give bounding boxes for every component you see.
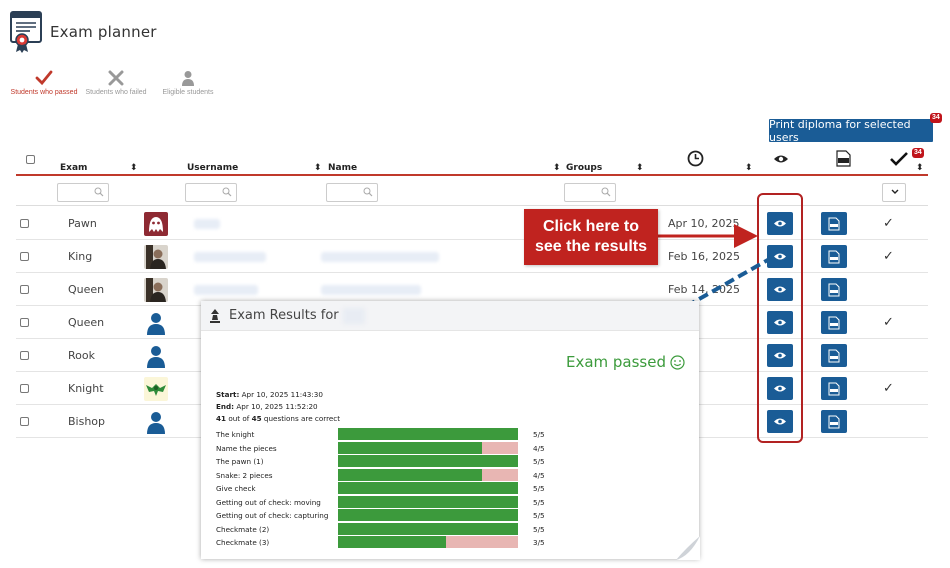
out-of-text: out of (228, 414, 250, 423)
question-label: Getting out of check: capturing (216, 511, 329, 520)
question-label: Checkmate (2) (216, 524, 270, 534)
question-label: Give check (216, 484, 256, 493)
score-value: 5/5 (533, 497, 545, 507)
start-value: Apr 10, 2025 11:43:30 (241, 390, 323, 399)
callout-line: Click here to (542, 218, 640, 235)
score-bar (338, 428, 518, 440)
total-count: 45 (251, 414, 262, 423)
score-bar (338, 468, 518, 481)
result-row: Getting out of check: capturing 5/5 (216, 509, 556, 521)
score-bar-fill (338, 522, 518, 535)
score-bar (338, 495, 518, 508)
question-label: The pawn (1) (216, 457, 264, 466)
score-value: 3/5 (533, 538, 545, 547)
score-bar-fill (338, 455, 518, 467)
chess-piece-icon (207, 308, 223, 324)
instruction-callout: Click here to see the results (524, 209, 658, 265)
score-bar (338, 522, 518, 535)
score-bar (338, 455, 518, 467)
result-row: The pawn (1) 5/5 (216, 455, 556, 467)
page-curl-icon (676, 536, 700, 560)
result-row: Snake: 2 pieces 4/5 (216, 468, 556, 481)
question-label: The knight (216, 430, 255, 439)
score-bar-fill (338, 509, 518, 521)
question-label: Name the pieces (216, 443, 277, 453)
result-row: Getting out of check: moving 5/5 (216, 495, 556, 508)
score-bar-fill (338, 495, 518, 508)
score-bar-fill (338, 468, 482, 481)
result-row: Name the pieces 4/5 (216, 441, 556, 454)
end-label: End: (216, 402, 235, 411)
score-value: 5/5 (533, 430, 545, 439)
result-row: The knight 5/5 (216, 428, 556, 440)
smiley-icon (670, 354, 685, 370)
score-value: 5/5 (533, 457, 545, 466)
correct-count: 41 (216, 414, 227, 423)
result-row: Checkmate (2) 5/5 (216, 522, 556, 535)
exam-results-popup: Exam Results for Exam passed Start: Apr … (201, 301, 700, 560)
score-value: 5/5 (533, 511, 545, 520)
score-value: 4/5 (533, 470, 545, 480)
question-label: Getting out of check: moving (216, 497, 321, 507)
score-bar (338, 482, 518, 494)
result-row: Give check 5/5 (216, 482, 556, 494)
result-row: Checkmate (3) 3/5 (216, 536, 556, 548)
question-label: Checkmate (3) (216, 538, 270, 547)
end-value: Apr 10, 2025 11:52:20 (236, 402, 318, 411)
exam-status-text: Exam passed (565, 353, 666, 371)
score-value: 5/5 (533, 484, 545, 493)
score-bar-fill (338, 482, 518, 494)
score-bar-fill (338, 428, 518, 440)
correct-suffix: questions are correct (263, 414, 341, 423)
score-bar (338, 441, 518, 454)
start-label: Start: (216, 390, 240, 399)
exam-status: Exam passed (566, 353, 685, 371)
score-bar (338, 509, 518, 521)
score-bar-fill (338, 441, 482, 454)
score-bar (338, 536, 518, 548)
popup-user-name (342, 307, 365, 324)
popup-header: Exam Results for (201, 301, 699, 331)
question-label: Snake: 2 pieces (216, 470, 273, 480)
score-bar-fill (338, 536, 446, 548)
callout-line: see the results (534, 238, 648, 255)
popup-title: Exam Results for (229, 308, 339, 323)
score-value: 5/5 (533, 524, 545, 534)
score-value: 4/5 (533, 443, 545, 453)
exam-meta: Start: Apr 10, 2025 11:43:30 End: Apr 10… (216, 389, 340, 425)
